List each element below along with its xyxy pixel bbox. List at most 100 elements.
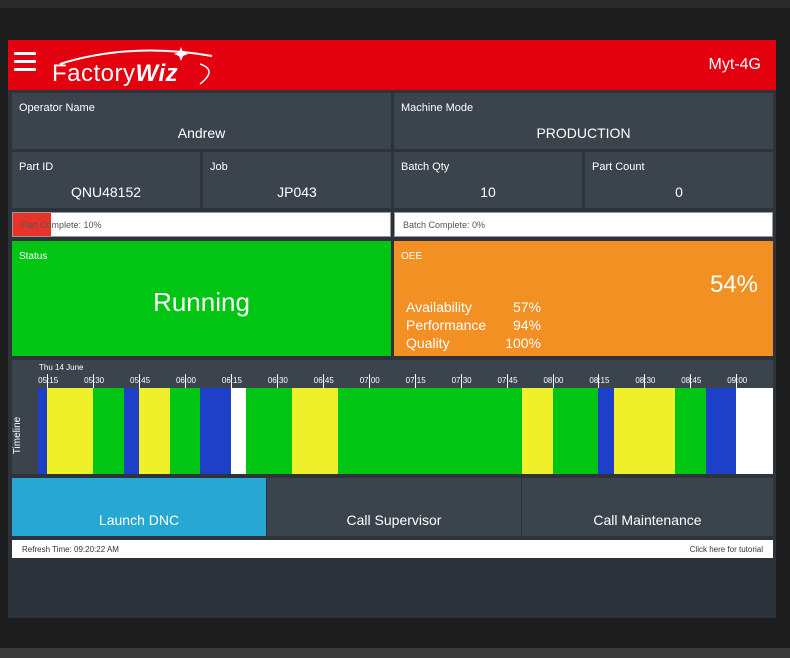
timeline-segment-running	[552, 388, 599, 474]
quality-value: 100%	[505, 335, 541, 351]
timeline-tick: 06:30	[268, 374, 288, 388]
timeline-tick-label: 08:30	[635, 376, 656, 385]
part-id-value: QNU48152	[70, 184, 142, 200]
launch-dnc-button[interactable]: Launch DNC	[12, 478, 266, 536]
timeline-tick: 06:15	[222, 374, 242, 388]
timeline-tick: 08:30	[635, 374, 655, 388]
timeline-tick-label: 05:45	[130, 376, 151, 385]
batch-qty-value: 10	[480, 184, 496, 200]
timeline-tick-label: 06:30	[267, 376, 288, 385]
timeline-tick-label: 06:45	[313, 376, 334, 385]
part-count-tile: Part Count 0	[585, 152, 773, 208]
part-count-value: 0	[675, 184, 683, 200]
part-complete-text: Part Complete: 10%	[21, 220, 102, 230]
tutorial-link[interactable]: Click here for tutorial	[690, 545, 763, 554]
timeline-segment-idle	[139, 388, 170, 474]
timeline-track[interactable]	[38, 388, 773, 474]
timeline-tick: 08:15	[589, 374, 609, 388]
job-tile: Job JP043	[203, 152, 391, 208]
timeline-tick: 05:30	[84, 374, 104, 388]
hamburger-menu-icon[interactable]	[14, 52, 36, 74]
call-maintenance-button[interactable]: Call Maintenance	[522, 478, 773, 536]
hmi-screen: FactoryWiz Myt-4G Operator Name Andrew M…	[8, 40, 776, 618]
part-id-tile: Part ID QNU48152	[12, 152, 200, 208]
timeline-tick: 06:45	[314, 374, 334, 388]
timeline-tick-label: 06:15	[221, 376, 242, 385]
quality-label: Quality	[406, 335, 450, 351]
job-label: Job	[210, 161, 228, 173]
timeline-segment-down	[598, 388, 614, 474]
status-value: Running	[153, 287, 250, 317]
timeline-tick-label: 07:45	[497, 376, 518, 385]
timeline-tick-label: 08:15	[589, 376, 610, 385]
footer-bar: Refresh Time: 09:20:22 AM Click here for…	[12, 540, 773, 558]
timeline-tick-label: 08:45	[681, 376, 702, 385]
timeline-tick: 07:00	[360, 374, 380, 388]
batch-qty-tile: Batch Qty 10	[394, 152, 582, 208]
oee-label: OEE	[401, 251, 423, 262]
timeline-axis-label: Timeline	[12, 416, 24, 455]
timeline-segment-running	[93, 388, 124, 474]
machine-mode-label: Machine Mode	[401, 102, 474, 114]
part-count-label: Part Count	[592, 161, 645, 173]
timeline-segment-idle	[521, 388, 553, 474]
timeline-ticks: 05:15 05:30 05:45 06:00 06:15 06:30 06:45 07:00…	[38, 374, 773, 388]
timeline-segment-running	[338, 388, 522, 474]
timeline-segment-down	[705, 388, 737, 474]
timeline-tick: 05:15	[38, 374, 58, 388]
availability-value: 57%	[512, 299, 541, 315]
timeline-tick-label: 07:15	[405, 376, 426, 385]
call-supervisor-button[interactable]: Call Supervisor	[267, 478, 521, 536]
batch-complete-text: Batch Complete: 0%	[403, 220, 486, 230]
operator-name-label: Operator Name	[19, 102, 95, 114]
part-id-label: Part ID	[19, 161, 54, 173]
status-panel: Status Running	[12, 241, 391, 356]
timeline-tick-label: 06:00	[175, 376, 197, 385]
batch-qty-label: Batch Qty	[401, 161, 450, 173]
oee-panel: OEE 54% Availability 57% Performance 94%…	[394, 241, 773, 356]
performance-label: Performance	[406, 317, 487, 333]
factorywiz-logo: FactoryWiz	[50, 46, 220, 90]
timeline-date: Thu 14 June	[39, 363, 84, 372]
app-header: FactoryWiz Myt-4G	[8, 40, 776, 90]
job-value: JP043	[277, 184, 317, 200]
timeline-segment-down	[38, 388, 48, 474]
timeline-segment-off	[736, 388, 773, 474]
timeline-tick: 06:00	[176, 374, 196, 388]
timeline-panel: Timeline Thu 14 June 05:15 05:30 05:45 06:0…	[12, 360, 773, 474]
timeline-tick: 07:15	[406, 374, 426, 388]
oee-value: 54%	[709, 271, 758, 298]
operator-name-tile: Operator Name Andrew	[12, 93, 391, 149]
timeline-tick: 09:00	[727, 374, 747, 388]
timeline-segment-idle	[47, 388, 94, 474]
device-bezel-top	[0, 0, 790, 8]
status-label: Status	[19, 251, 48, 262]
timeline-segment-down	[200, 388, 231, 474]
machine-name: Myt-4G	[708, 56, 761, 73]
part-complete-progress: Part Complete: 10%	[12, 212, 391, 237]
timeline-segment-off	[230, 388, 247, 474]
timeline-tick-label: 05:15	[38, 376, 59, 385]
batch-complete-progress: Batch Complete: 0%	[394, 212, 773, 237]
timeline-tick: 08:45	[681, 374, 701, 388]
availability-label: Availability	[406, 299, 472, 315]
timeline-segment-idle	[613, 388, 675, 474]
machine-mode-value: PRODUCTION	[536, 125, 631, 141]
timeline-tick-label: 07:30	[451, 376, 472, 385]
timeline-segment-running	[169, 388, 201, 474]
timeline-tick: 07:30	[452, 374, 472, 388]
timeline-tick: 08:00	[543, 374, 564, 388]
machine-mode-tile: Machine Mode PRODUCTION	[394, 93, 773, 149]
refresh-time: Refresh Time: 09:20:22 AM	[22, 545, 119, 554]
timeline-tick: 07:45	[498, 374, 518, 388]
timeline-tick-label: 08:00	[543, 376, 564, 385]
timeline-tick: 05:45	[130, 374, 150, 388]
device-bezel-bottom	[0, 648, 790, 658]
timeline-tick-label: 05:30	[84, 376, 105, 385]
timeline-segment-down	[123, 388, 140, 474]
timeline-tick-label: 09:00	[727, 376, 748, 385]
timeline-segment-idle	[292, 388, 339, 474]
timeline-segment-running	[246, 388, 293, 474]
operator-name-value: Andrew	[177, 125, 226, 141]
timeline-tick-label: 07:00	[359, 376, 380, 385]
